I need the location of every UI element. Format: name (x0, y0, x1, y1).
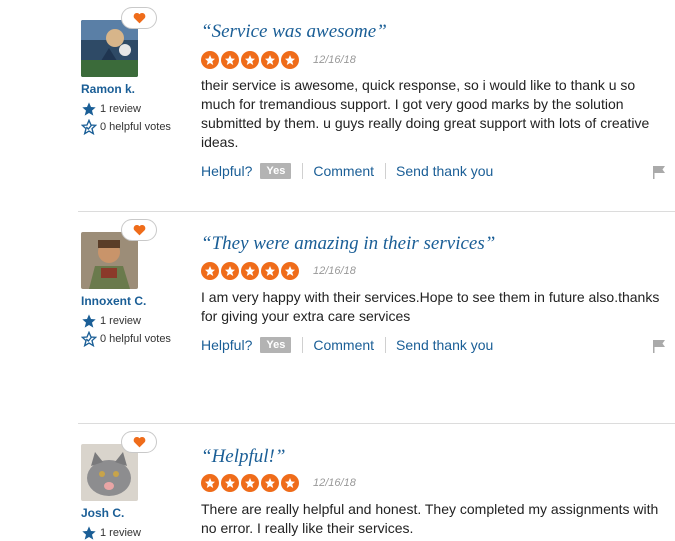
review-title[interactable]: “They were amazing in their services” (201, 233, 495, 255)
review-date: 12/16/18 (313, 54, 356, 66)
heart-icon (133, 436, 145, 448)
favorite-button[interactable] (121, 7, 157, 29)
rating-star-icon (281, 51, 299, 69)
review-actions: Helpful? Yes Comment Send thank you (201, 163, 493, 179)
rating-star-icon (261, 51, 279, 69)
rating-star-icon (281, 474, 299, 492)
star-rating (201, 51, 301, 69)
review-date: 12/16/18 (313, 265, 356, 277)
review-count-label: 1 review (100, 103, 141, 115)
comment-link[interactable]: Comment (313, 337, 374, 353)
review-count-label: 1 review (100, 527, 141, 539)
rating-star-icon (241, 474, 259, 492)
review-count: 1 review (81, 313, 141, 329)
helpful-yes-button[interactable]: Yes (260, 163, 292, 179)
helpful-votes: 0 helpful votes (81, 119, 171, 135)
helpful-votes: 0 helpful votes (81, 331, 171, 347)
review-text: their service is awesome, quick response… (201, 77, 650, 150)
star-icon (82, 102, 96, 116)
divider (302, 337, 304, 353)
favorite-button[interactable] (121, 431, 157, 453)
rating-star-icon (281, 262, 299, 280)
helpful-yes-button[interactable]: Yes (260, 337, 292, 353)
rating-star-icon (221, 51, 239, 69)
review-divider (78, 211, 675, 212)
review-divider (78, 423, 675, 424)
star-outline-check-icon (81, 119, 97, 135)
user-name[interactable]: Josh C. (81, 506, 124, 520)
rating-star-icon (201, 262, 219, 280)
flag-icon[interactable] (652, 339, 666, 353)
heart-icon (133, 224, 145, 236)
review-count: 1 review (81, 525, 141, 541)
review-title[interactable]: “Service was awesome” (201, 21, 387, 43)
user-name[interactable]: Innoxent C. (81, 294, 146, 308)
rating-star-icon (221, 262, 239, 280)
star-icon (82, 526, 96, 540)
review-text: I am very happy with their services.Hope… (201, 289, 660, 324)
comment-link[interactable]: Comment (313, 163, 374, 179)
review-count-label: 1 review (100, 315, 141, 327)
divider (385, 163, 387, 179)
review-actions: Helpful? Yes Comment Send thank you (201, 337, 493, 353)
rating-star-icon (261, 474, 279, 492)
rating-star-icon (221, 474, 239, 492)
star-rating (201, 262, 301, 280)
helpful-label: Helpful? (201, 163, 253, 179)
helpful-votes-label: 0 helpful votes (100, 121, 171, 133)
star-icon (82, 314, 96, 328)
rating-star-icon (261, 262, 279, 280)
rating-star-icon (201, 51, 219, 69)
review-text: There are really helpful and honest. The… (201, 501, 659, 536)
heart-icon (133, 12, 145, 24)
review-title[interactable]: “Helpful!” (201, 446, 285, 468)
send-thank-you-link[interactable]: Send thank you (396, 163, 493, 179)
rating-star-icon (241, 262, 259, 280)
send-thank-you-link[interactable]: Send thank you (396, 337, 493, 353)
rating-star-icon (241, 51, 259, 69)
review-count: 1 review (81, 101, 141, 117)
rating-star-icon (201, 474, 219, 492)
divider (385, 337, 387, 353)
star-rating (201, 474, 301, 492)
flag-icon[interactable] (652, 165, 666, 179)
helpful-label: Helpful? (201, 337, 253, 353)
star-outline-check-icon (81, 331, 97, 347)
review-date: 12/16/18 (313, 477, 356, 489)
user-name[interactable]: Ramon k. (81, 82, 135, 96)
divider (302, 163, 304, 179)
favorite-button[interactable] (121, 219, 157, 241)
helpful-votes-label: 0 helpful votes (100, 333, 171, 345)
